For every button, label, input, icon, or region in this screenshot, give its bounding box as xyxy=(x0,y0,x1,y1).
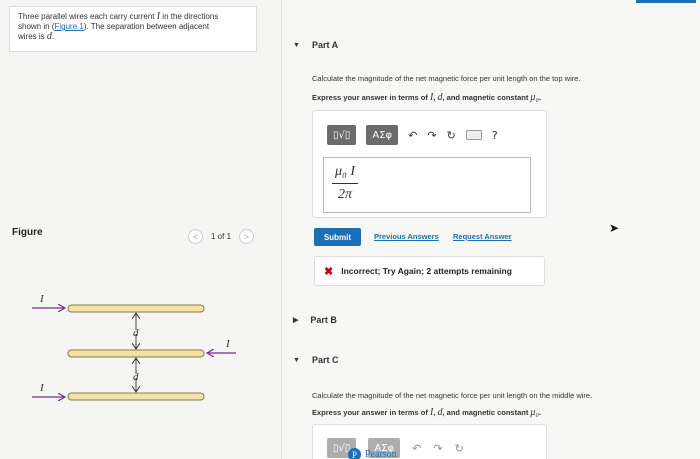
symbols-button[interactable]: ΑΣφ xyxy=(366,125,399,145)
intro-text: ). The separation between adjacent xyxy=(83,22,210,31)
instruction-period: . xyxy=(538,408,542,417)
problem-statement: Three parallel wires each carry current … xyxy=(9,6,257,52)
undo-icon[interactable]: ↶ xyxy=(408,129,417,142)
part-c-instruction: Express your answer in terms of I, d, an… xyxy=(312,407,541,418)
incorrect-icon: ✖ xyxy=(324,265,334,278)
templates-button[interactable]: ▯√▯ xyxy=(327,125,357,145)
mouse-cursor-icon: ➤ xyxy=(609,221,620,235)
figure-pager: < 1 of 1 > xyxy=(188,229,255,244)
var-mu0: μ₀ xyxy=(530,407,539,418)
figure-label: Figure xyxy=(12,227,43,238)
help-button[interactable]: ? xyxy=(492,129,498,142)
math-toolbar: ▯√▯ ΑΣφ ↶ ↷ ↻ ? xyxy=(327,125,498,145)
part-a-answer-editor: ▯√▯ ΑΣφ ↶ ↷ ↻ ? μ₀ I 2π xyxy=(312,110,547,218)
intro-text: Three parallel wires each carry current xyxy=(18,12,157,21)
reset-icon[interactable]: ↻ xyxy=(455,442,464,455)
top-current-label: I xyxy=(39,293,45,305)
pearson-logo-icon: P xyxy=(348,448,361,459)
brand-name: Pearson xyxy=(365,449,397,459)
intro-text: shown in ( xyxy=(18,22,55,31)
middle-current-label: I xyxy=(225,338,231,350)
part-c-question: Calculate the magnitude of the net magne… xyxy=(312,391,593,400)
part-c-header[interactable]: ▼ Part C xyxy=(293,355,338,365)
part-a-header[interactable]: ▼ Part A xyxy=(293,40,338,50)
answer-panel: ▼ Part A Calculate the magnitude of the … xyxy=(283,0,700,459)
top-wire xyxy=(67,304,205,313)
submit-button[interactable]: Submit xyxy=(314,228,361,246)
reset-icon[interactable]: ↻ xyxy=(447,129,456,142)
instruction-text: Express your answer in terms of xyxy=(312,408,430,417)
collapse-triangle-icon: ▼ xyxy=(293,41,300,49)
instruction-period: . xyxy=(538,93,542,102)
feedback-text: Incorrect; Try Again; 2 attempts remaini… xyxy=(341,266,512,276)
middle-wire xyxy=(67,349,205,358)
keyboard-icon[interactable] xyxy=(465,130,482,140)
intro-text: wires is xyxy=(18,32,47,41)
figure-1-link[interactable]: Figure 1 xyxy=(54,22,83,31)
problem-panel: Three parallel wires each carry current … xyxy=(0,0,282,459)
pager-text: 1 of 1 xyxy=(211,232,232,241)
part-b-title: Part B xyxy=(310,315,337,325)
intro-text: in the directions xyxy=(160,12,219,21)
collapse-triangle-icon: ▼ xyxy=(293,356,300,364)
answer-input[interactable]: μ₀ I 2π xyxy=(323,157,531,213)
part-a-instruction: Express your answer in terms of I, d, an… xyxy=(312,92,541,103)
bottom-current-label: I xyxy=(39,382,45,394)
expand-triangle-icon: ▶ xyxy=(293,317,299,324)
bottom-wire xyxy=(67,392,205,401)
redo-icon[interactable]: ↷ xyxy=(433,442,442,455)
previous-answers-link[interactable]: Previous Answers xyxy=(374,232,439,241)
review-bar xyxy=(636,0,696,3)
part-b-header[interactable]: ▶ Part B xyxy=(293,315,337,325)
part-a-question: Calculate the magnitude of the net magne… xyxy=(312,74,581,83)
three-wires-figure: I I I d d xyxy=(32,293,236,410)
answer-fraction: μ₀ I 2π xyxy=(332,164,358,203)
instruction-text: , and magnetic constant xyxy=(442,408,531,417)
part-a-title: Part A xyxy=(311,40,339,50)
part-c-title: Part C xyxy=(311,355,339,365)
pearson-brand: P Pearson xyxy=(348,448,397,459)
upper-separation-label: d xyxy=(133,327,139,339)
next-figure-button[interactable]: > xyxy=(239,229,255,244)
var-mu0: μ₀ xyxy=(530,92,539,103)
prev-figure-button[interactable]: < xyxy=(188,229,203,244)
feedback-box: ✖ Incorrect; Try Again; 2 attempts remai… xyxy=(314,256,545,286)
intro-text: . xyxy=(51,32,55,41)
redo-icon[interactable]: ↷ xyxy=(427,129,436,142)
instruction-text: , and magnetic constant xyxy=(442,93,531,102)
undo-icon[interactable]: ↶ xyxy=(412,442,421,455)
request-answer-link[interactable]: Request Answer xyxy=(453,232,512,241)
answer-denominator: 2π xyxy=(337,187,352,202)
lower-separation-label: d xyxy=(133,371,139,383)
answer-numerator: μ₀ I xyxy=(332,164,358,184)
instruction-text: Express your answer in terms of xyxy=(312,93,430,102)
